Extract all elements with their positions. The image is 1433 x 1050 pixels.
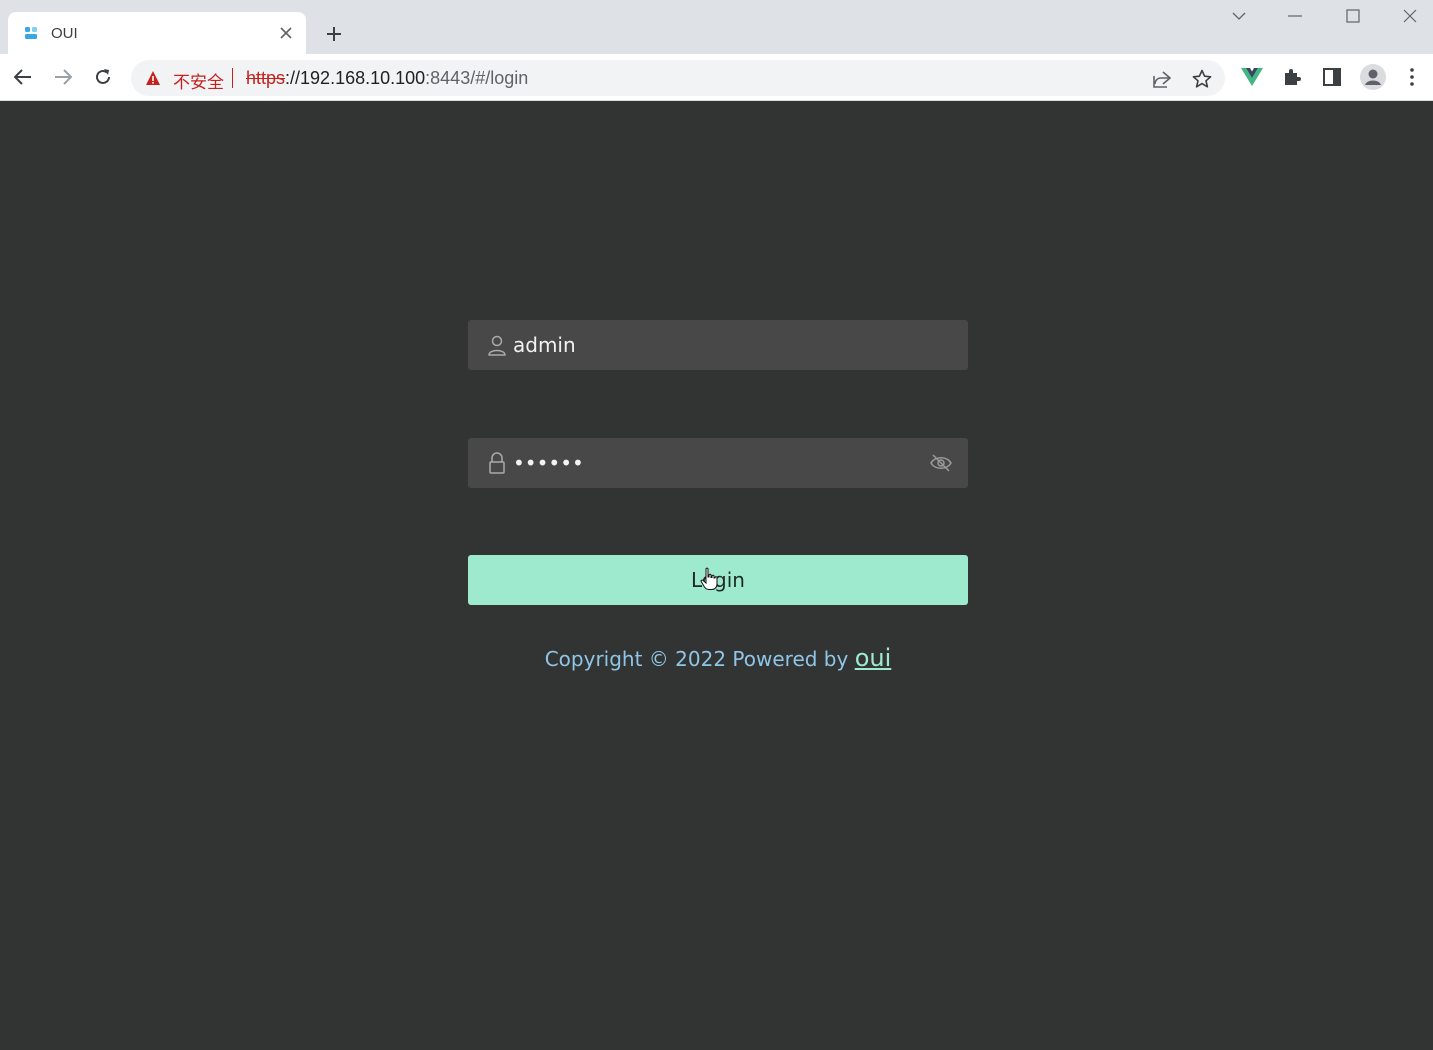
not-secure-warning-icon	[146, 71, 160, 85]
url-host: ://192.168.10.100	[285, 68, 426, 88]
url-text[interactable]: https://192.168.10.100:8443/#/login	[246, 68, 528, 89]
side-panel-icon[interactable]	[1318, 63, 1346, 91]
forward-arrow-icon[interactable]	[48, 62, 78, 92]
back-arrow-icon[interactable]	[8, 62, 38, 92]
share-icon[interactable]	[1150, 67, 1174, 91]
extensions-puzzle-icon[interactable]	[1278, 63, 1306, 91]
login-button[interactable]: Login	[468, 555, 968, 605]
user-icon	[488, 335, 506, 356]
address-bar[interactable]: 不安全 https://192.168.10.100:8443/#/login	[131, 60, 1225, 96]
url-scheme: https	[246, 68, 286, 88]
browser-tab[interactable]: OUI	[8, 12, 306, 54]
bookmark-star-icon[interactable]	[1190, 67, 1214, 91]
browser-tab-bar: OUI	[0, 0, 1433, 54]
url-path: :8443/#/login	[425, 68, 529, 88]
tab-search-chevron-icon[interactable]	[1225, 4, 1253, 28]
minimize-icon[interactable]	[1281, 4, 1309, 28]
not-secure-label[interactable]: 不安全	[173, 68, 224, 93]
copyright-text: Copyright © 2022 Powered by	[544, 647, 855, 671]
vue-devtools-extension-icon[interactable]	[1238, 63, 1266, 91]
profile-avatar-icon[interactable]	[1359, 63, 1387, 91]
lock-icon	[489, 452, 505, 474]
maximize-icon[interactable]	[1339, 4, 1367, 28]
browser-toolbar: 不安全 https://192.168.10.100:8443/#/login	[0, 54, 1433, 101]
mouse-hand-cursor-icon	[700, 567, 718, 590]
security-divider	[232, 68, 233, 88]
tab-title: OUI	[51, 25, 78, 42]
username-field[interactable]: admin	[468, 320, 968, 370]
username-value: admin	[513, 333, 576, 357]
copyright-footer: Copyright © 2022 Powered by oui	[0, 644, 1433, 672]
oui-brand-link[interactable]: oui	[855, 644, 892, 672]
chrome-menu-kebab-icon[interactable]	[1398, 63, 1426, 91]
oui-favicon-icon	[25, 27, 37, 39]
password-value: ••••••	[513, 451, 584, 475]
close-window-icon[interactable]	[1396, 4, 1424, 28]
new-tab-icon[interactable]	[320, 20, 348, 48]
hide-password-eye-icon[interactable]	[930, 453, 952, 473]
password-field[interactable]: ••••••	[468, 438, 968, 488]
reload-icon[interactable]	[88, 62, 118, 92]
tab-close-icon[interactable]	[276, 23, 296, 43]
